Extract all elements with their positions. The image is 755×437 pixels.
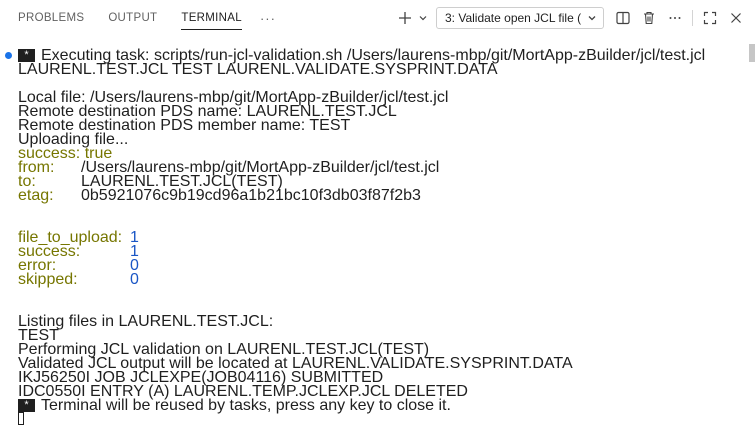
upload-etag-value: 0b5921076c9b19cd96a1b21bc10f3db03f87f2b3 [81, 187, 421, 204]
plus-icon[interactable] [394, 7, 416, 29]
reuse-star-icon: * [18, 399, 35, 412]
close-icon[interactable] [725, 7, 747, 29]
panel-actions: 3: Validate open JCL file ( [394, 0, 755, 36]
reuse-line: * Terminal will be reused by tasks, press… [18, 397, 451, 414]
summary-skipped-key: skipped: [18, 271, 78, 288]
terminal-select[interactable]: 3: Validate open JCL file ( [436, 7, 604, 29]
upload-etag-key: etag: [18, 187, 54, 204]
panel-tabs: PROBLEMS OUTPUT TERMINAL ··· [0, 0, 276, 36]
summary-skipped-value: 0 [130, 271, 139, 288]
terminal-select-value: 3: Validate open JCL file ( [445, 11, 582, 25]
tab-terminal[interactable]: TERMINAL [181, 0, 242, 36]
more-tabs-button[interactable]: ··· [260, 0, 276, 36]
command-decoration-icon[interactable] [5, 52, 12, 59]
summary-skipped-line: skipped: 0 [18, 271, 139, 288]
upload-etag-line: etag: 0b5921076c9b19cd96a1b21bc10f3db03f8… [18, 187, 421, 204]
terminal-scrollbar[interactable] [749, 44, 755, 62]
select-chevron-icon [585, 11, 599, 25]
panel-header: PROBLEMS OUTPUT TERMINAL ··· 3: Validate… [0, 0, 755, 36]
actions-divider [692, 10, 693, 26]
terminal-cursor [18, 412, 24, 425]
tab-output[interactable]: OUTPUT [108, 0, 157, 36]
more-icon[interactable] [664, 7, 686, 29]
chevron-down-icon[interactable] [416, 7, 430, 29]
new-terminal-group [394, 7, 430, 29]
trash-icon[interactable] [638, 7, 660, 29]
reuse-text: Terminal will be reused by tasks, press … [41, 397, 451, 414]
tab-problems[interactable]: PROBLEMS [18, 0, 84, 36]
split-icon[interactable] [612, 7, 634, 29]
task-line-2: LAURENL.TEST.JCL TEST LAURENL.VALIDATE.S… [18, 61, 498, 78]
maximize-icon[interactable] [699, 7, 721, 29]
